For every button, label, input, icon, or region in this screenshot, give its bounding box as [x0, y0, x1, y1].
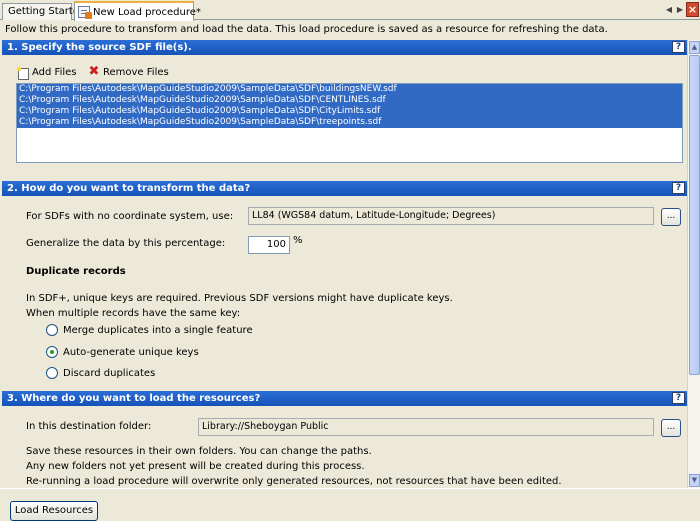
radio-button[interactable]: [46, 324, 58, 336]
save-resources-note: Save these resources in their own folder…: [26, 446, 372, 457]
tab-scroll-left-icon[interactable]: ◀: [664, 3, 674, 16]
destination-folder-label: In this destination folder:: [26, 421, 152, 432]
load-procedure-icon: [78, 6, 92, 19]
remove-files-button[interactable]: ✖ Remove Files: [88, 65, 169, 79]
bottom-bar: Load Resources: [0, 488, 700, 521]
coordinate-system-label: For SDFs with no coordinate system, use:: [26, 211, 234, 222]
scroll-down-icon[interactable]: ▼: [689, 474, 700, 487]
radio-label: Merge duplicates into a single feature: [63, 324, 253, 336]
duplicate-records-heading: Duplicate records: [26, 266, 126, 277]
load-resources-button[interactable]: Load Resources: [10, 501, 98, 521]
section-2-header: 2. How do you want to transform the data…: [2, 181, 687, 196]
list-item[interactable]: C:\Program Files\Autodesk\MapGuideStudio…: [17, 84, 682, 95]
vertical-scrollbar[interactable]: ▲ ▼: [687, 40, 700, 488]
unique-keys-note: In SDF+, unique keys are required. Previ…: [26, 293, 453, 304]
list-item[interactable]: C:\Program Files\Autodesk\MapGuideStudio…: [17, 106, 682, 117]
radio-label: Auto-generate unique keys: [63, 346, 199, 358]
section-3-header: 3. Where do you want to load the resourc…: [2, 391, 687, 406]
percent-sign: %: [293, 235, 303, 246]
add-files-label: Add Files: [32, 66, 77, 78]
radio-auto-generate-keys[interactable]: Auto-generate unique keys: [46, 345, 199, 359]
generalize-percentage-input[interactable]: 100: [248, 236, 290, 254]
section-2-title: 2. How do you want to transform the data…: [7, 183, 251, 194]
scroll-up-icon[interactable]: ▲: [689, 41, 700, 54]
radio-discard-duplicates[interactable]: Discard duplicates: [46, 366, 155, 380]
radio-label: Discard duplicates: [63, 367, 156, 379]
tab-new-load-procedure[interactable]: New Load procedure*: [74, 1, 201, 21]
tab-scroll-right-icon[interactable]: ▶: [675, 3, 685, 16]
add-files-button[interactable]: Add Files: [16, 65, 77, 80]
tab-getting-started[interactable]: Getting Started: [2, 3, 85, 20]
help-icon[interactable]: ?: [672, 392, 685, 404]
source-file-list[interactable]: C:\Program Files\Autodesk\MapGuideStudio…: [16, 83, 683, 163]
scroll-thumb[interactable]: [689, 55, 700, 375]
remove-files-label: Remove Files: [103, 66, 169, 78]
add-file-icon: [16, 65, 29, 80]
radio-button[interactable]: [46, 346, 58, 358]
radio-merge-duplicates[interactable]: Merge duplicates into a single feature: [46, 323, 253, 337]
help-icon[interactable]: ?: [672, 182, 685, 194]
destination-folder-field: Library://Sheboygan Public: [198, 418, 654, 436]
section-3-title: 3. Where do you want to load the resourc…: [7, 393, 261, 404]
list-item[interactable]: C:\Program Files\Autodesk\MapGuideStudio…: [17, 95, 682, 106]
document-tab-strip: Getting Started New Load procedure* ◀ ▶ …: [0, 0, 700, 21]
radio-button[interactable]: [46, 367, 58, 379]
same-key-note: When multiple records have the same key:: [26, 308, 241, 319]
destination-folder-browse-button[interactable]: ...: [661, 419, 681, 437]
section-1-title: 1. Specify the source SDF file(s).: [7, 42, 192, 53]
remove-x-icon: ✖: [88, 64, 100, 79]
help-icon[interactable]: ?: [672, 41, 685, 53]
tab-label: New Load procedure*: [93, 6, 201, 18]
section-1-header: 1. Specify the source SDF file(s). ?: [2, 40, 687, 55]
close-tab-icon[interactable]: ×: [686, 2, 699, 17]
list-item[interactable]: C:\Program Files\Autodesk\MapGuideStudio…: [17, 117, 682, 128]
rerun-note: Re-running a load procedure will overwri…: [26, 476, 562, 487]
intro-text: Follow this procedure to transform and l…: [5, 24, 608, 35]
coordinate-system-field: LL84 (WGS84 datum, Latitude-Longitude; D…: [248, 207, 654, 225]
procedure-panel: 1. Specify the source SDF file(s). ? Add…: [2, 40, 687, 488]
coordinate-system-browse-button[interactable]: ...: [661, 208, 681, 226]
generalize-label: Generalize the data by this percentage:: [26, 238, 226, 249]
new-folders-note: Any new folders not yet present will be …: [26, 461, 365, 472]
